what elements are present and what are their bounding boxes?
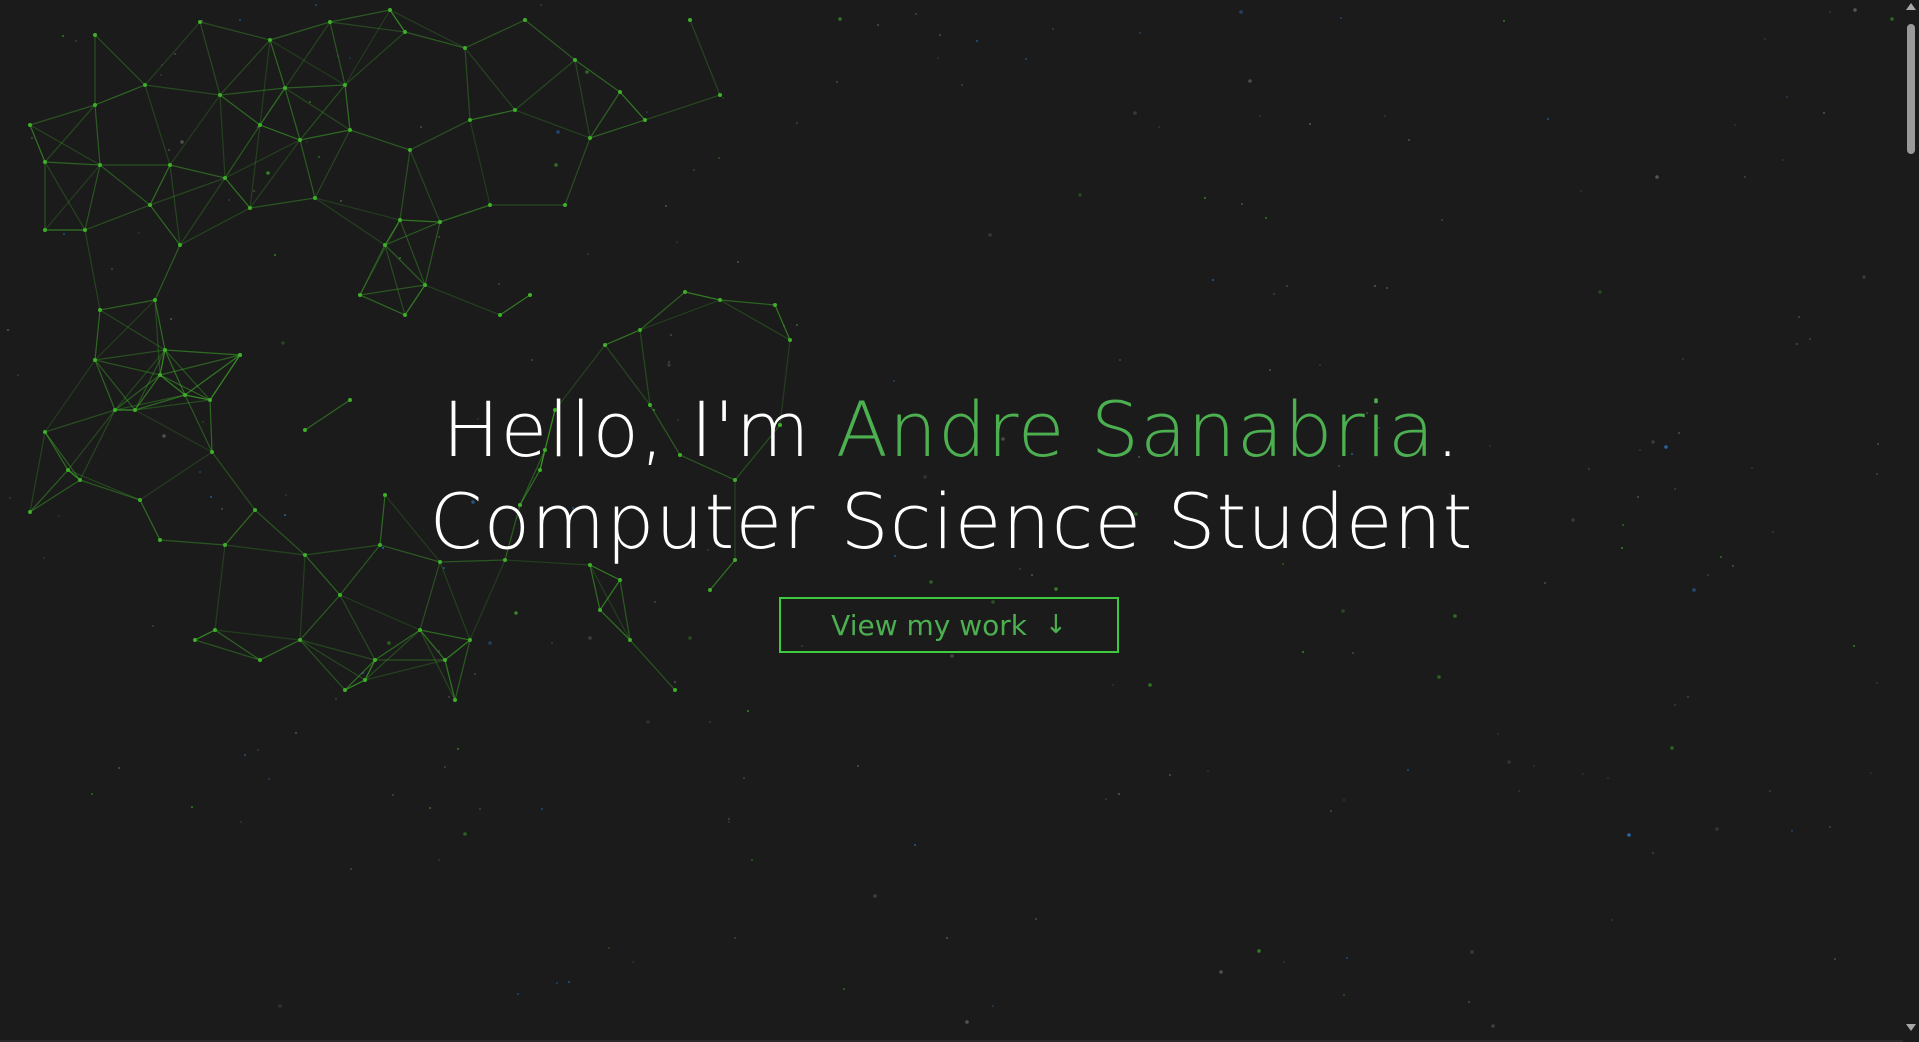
vertical-scrollbar[interactable]: [1903, 0, 1919, 1042]
scroll-up-arrow-icon[interactable]: [1906, 3, 1916, 10]
page-viewport: Hello, I'm Andre Sanabria. Computer Scie…: [0, 0, 1903, 1042]
scrollbar-thumb[interactable]: [1907, 24, 1915, 154]
view-my-work-button[interactable]: View my work ↓: [779, 597, 1119, 653]
hero-section: Hello, I'm Andre Sanabria. Computer Scie…: [0, 0, 1903, 1042]
hero-subtitle: Computer Science Student: [429, 477, 1474, 566]
scroll-down-arrow-icon[interactable]: [1906, 1024, 1916, 1031]
hero-name: Andre Sanabria: [835, 385, 1436, 474]
arrow-down-icon: ↓: [1045, 610, 1067, 640]
greeting-prefix: Hello, I'm: [442, 385, 836, 474]
hero-greeting: Hello, I'm Andre Sanabria.: [0, 380, 1903, 480]
greeting-suffix: .: [1435, 385, 1461, 474]
view-my-work-label: View my work: [831, 608, 1028, 642]
